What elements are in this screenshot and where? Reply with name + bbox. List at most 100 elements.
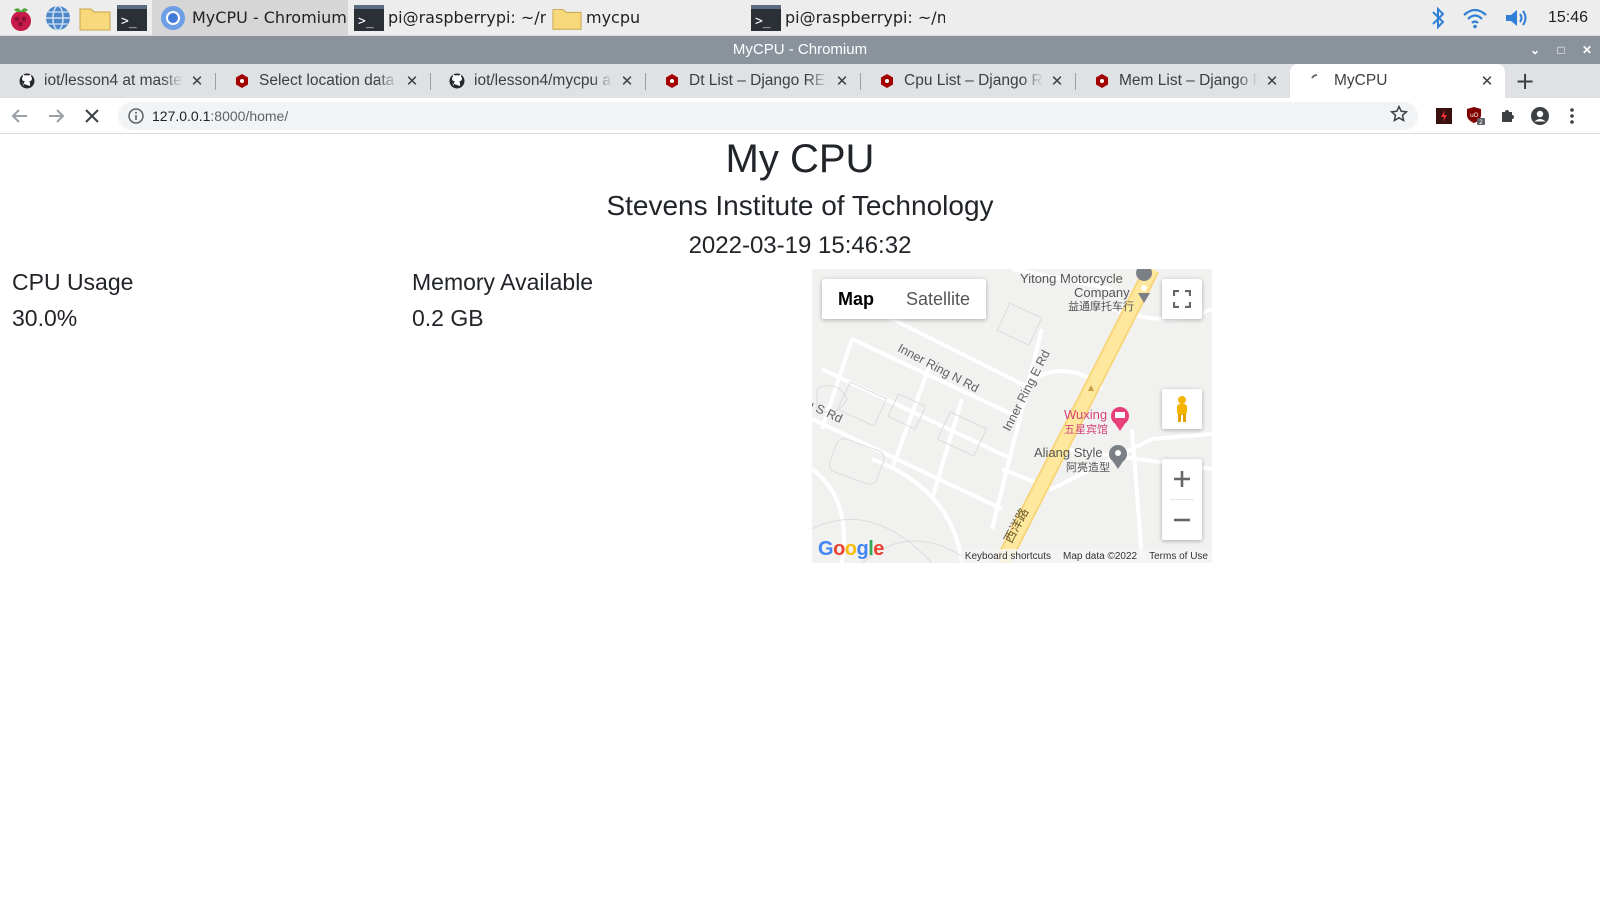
stop-x-icon xyxy=(85,108,99,123)
terms-of-use-link[interactable]: Terms of Use xyxy=(1149,551,1208,562)
browser-toolbar: 127.0.0.1:8000/home/ uO 2 xyxy=(0,98,1600,134)
page-title: My CPU xyxy=(725,137,875,181)
volume-icon[interactable] xyxy=(1504,7,1532,29)
bluetooth-icon[interactable] xyxy=(1430,5,1446,31)
forward-button[interactable] xyxy=(40,100,72,132)
info-icon[interactable] xyxy=(128,107,144,124)
tab-title: MyCPU xyxy=(1334,72,1388,89)
tab-close-icon[interactable]: ✕ xyxy=(619,72,635,90)
stop-button[interactable] xyxy=(76,100,108,132)
tab-iot-mycpu[interactable]: iot/lesson4/mycpu at ✕ xyxy=(430,64,645,98)
memory-available-value: 0.2 GB xyxy=(412,305,484,331)
django-rest-icon xyxy=(233,72,251,90)
system-tray: 15:46 xyxy=(1430,0,1600,36)
ublock-extension-icon[interactable]: uO 2 xyxy=(1460,100,1492,132)
cpu-usage-value: 30.0% xyxy=(12,305,78,331)
fullscreen-icon xyxy=(1173,290,1191,308)
zoom-in-button[interactable] xyxy=(1162,459,1202,499)
plus-icon xyxy=(1174,471,1190,487)
maximize-icon[interactable]: □ xyxy=(1554,36,1568,64)
keyboard-shortcuts-link[interactable]: Keyboard shortcuts xyxy=(965,551,1051,562)
task-terminal-2[interactable]: >_ pi@raspberrypi: ~/my… xyxy=(745,0,945,36)
tab-mem-list[interactable]: Mem List – Django RES ✕ xyxy=(1075,64,1290,98)
memory-available-label: Memory Available xyxy=(412,269,594,295)
back-arrow-icon xyxy=(11,108,27,123)
task-label: pi@raspberrypi: ~/my… xyxy=(388,8,546,27)
map-label: Aliang Style xyxy=(1034,445,1103,460)
tab-close-icon[interactable]: ✕ xyxy=(189,72,205,90)
map-label: Wuxing xyxy=(1064,407,1108,422)
tab-close-icon[interactable]: ✕ xyxy=(1479,72,1495,90)
map-type-control: Map Satellite xyxy=(822,279,987,319)
page-subtitle: Stevens Institute of Technology xyxy=(606,190,994,221)
tab-title: Cpu List – Django REST xyxy=(904,72,1043,89)
close-icon[interactable]: ✕ xyxy=(1580,36,1594,64)
wifi-icon[interactable] xyxy=(1462,7,1488,29)
extension-1-icon[interactable] xyxy=(1428,100,1460,132)
terminal-icon: >_ xyxy=(354,4,384,32)
terminal-launcher-icon[interactable]: >_ xyxy=(116,2,148,34)
web-browser-icon[interactable] xyxy=(42,2,74,34)
tab-close-icon[interactable]: ✕ xyxy=(1049,72,1065,90)
loading-spinner-icon xyxy=(1308,72,1326,90)
bookmark-star-icon[interactable] xyxy=(1389,104,1409,126)
map-type-map-button[interactable]: Map xyxy=(822,279,890,319)
google-logo[interactable]: Google xyxy=(818,538,884,561)
clock[interactable]: 15:46 xyxy=(1548,9,1588,27)
map-label: 益通摩托车行 xyxy=(1068,301,1134,313)
map-type-satellite-button[interactable]: Satellite xyxy=(890,279,986,319)
back-button[interactable] xyxy=(4,100,36,132)
tab-close-icon[interactable]: ✕ xyxy=(1264,72,1280,90)
extensions-puzzle-icon[interactable] xyxy=(1492,100,1524,132)
django-rest-icon xyxy=(878,72,896,90)
page-timestamp: 2022-03-19 15:46:32 xyxy=(688,232,912,259)
chromium-icon xyxy=(158,4,188,32)
profile-avatar-icon[interactable] xyxy=(1524,100,1556,132)
window-title: MyCPU - Chromium xyxy=(732,41,868,58)
task-label: pi@raspberrypi: ~/my… xyxy=(785,8,945,27)
minimize-icon[interactable]: ⌄ xyxy=(1528,36,1542,64)
map-label: 五星宾馆 xyxy=(1064,424,1108,436)
pegman-icon xyxy=(1177,396,1187,422)
zoom-control xyxy=(1162,459,1202,540)
street-view-pegman-button[interactable] xyxy=(1162,389,1202,429)
map-data-attribution: Map data ©2022 xyxy=(1063,550,1138,562)
tab-select-location[interactable]: Select location data t ✕ xyxy=(215,64,430,98)
tab-close-icon[interactable]: ✕ xyxy=(834,72,850,90)
url-host: 127.0.0.1 xyxy=(152,107,211,124)
tab-title: Mem List – Django RES xyxy=(1119,72,1258,89)
raspberry-menu-icon[interactable] xyxy=(5,2,37,34)
new-tab-button[interactable]: + xyxy=(1505,64,1545,98)
forward-arrow-icon xyxy=(49,108,65,123)
address-bar[interactable]: 127.0.0.1:8000/home/ xyxy=(118,101,1418,130)
svg-text:>_: >_ xyxy=(121,14,137,29)
svg-text:2: 2 xyxy=(1479,119,1483,126)
google-map[interactable]: Yitong Motorcycle Company 益通摩托车行 Inner R… xyxy=(812,269,1212,563)
tab-mycpu[interactable]: MyCPU ✕ xyxy=(1290,64,1505,98)
tab-cpu-list[interactable]: Cpu List – Django REST ✕ xyxy=(860,64,1075,98)
svg-text:uO: uO xyxy=(1470,112,1479,119)
task-label: mycpu xyxy=(586,8,641,27)
task-chromium[interactable]: MyCPU - Chromium xyxy=(152,0,348,36)
fullscreen-button[interactable] xyxy=(1162,279,1202,319)
tab-iot-lesson4[interactable]: iot/lesson4 at master ✕ xyxy=(0,64,215,98)
github-icon xyxy=(448,72,466,90)
tab-strip: iot/lesson4 at master ✕ Select location … xyxy=(0,64,1600,98)
task-folder[interactable]: mycpu xyxy=(546,0,745,36)
window-titlebar[interactable]: MyCPU - Chromium ⌄ □ ✕ xyxy=(0,36,1600,64)
zoom-out-button[interactable] xyxy=(1162,500,1202,540)
cpu-usage-label: CPU Usage xyxy=(12,269,134,295)
task-label: MyCPU - Chromium xyxy=(192,8,347,27)
tab-close-icon[interactable]: ✕ xyxy=(404,72,420,90)
tab-dt-list[interactable]: Dt List – Django REST ✕ xyxy=(645,64,860,98)
minus-icon xyxy=(1174,518,1190,522)
svg-text:>_: >_ xyxy=(755,14,771,29)
map-footer: Keyboard shortcuts Map data ©2022 Terms … xyxy=(960,549,1212,563)
menu-kebab-icon[interactable] xyxy=(1556,100,1588,132)
svg-text:>_: >_ xyxy=(358,14,374,29)
tab-title: Select location data t xyxy=(259,72,398,89)
tab-title: iot/lesson4/mycpu at xyxy=(474,72,613,89)
file-manager-icon[interactable] xyxy=(79,2,111,34)
taskbar: >_ MyCPU - Chromium >_ pi@raspberrypi: ~… xyxy=(0,0,1600,36)
task-terminal-1[interactable]: >_ pi@raspberrypi: ~/my… xyxy=(348,0,546,36)
